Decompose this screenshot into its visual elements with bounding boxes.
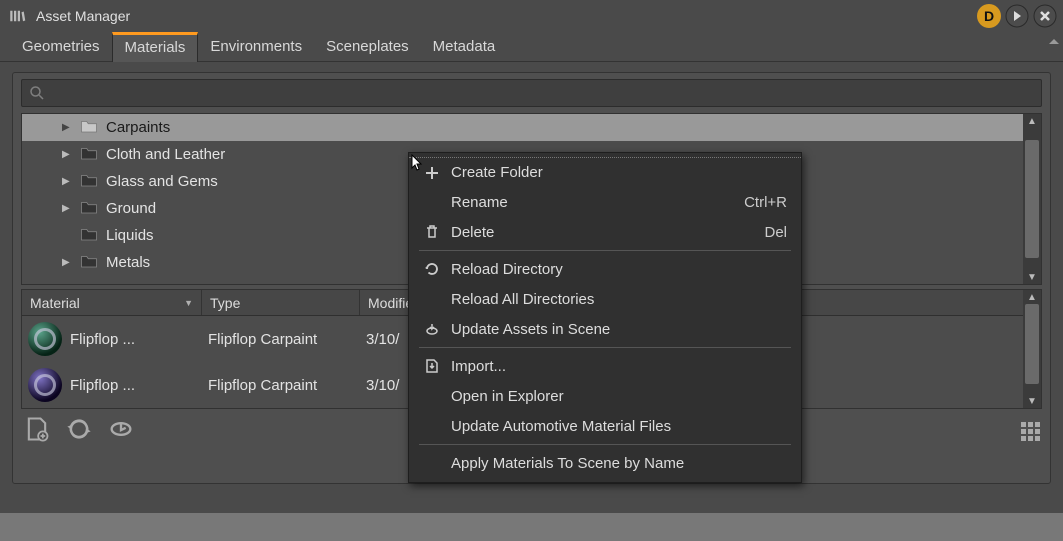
tab-sceneplates[interactable]: Sceneplates — [314, 32, 421, 61]
tree-item-label: Ground — [106, 200, 156, 217]
tab-environments[interactable]: Environments — [198, 32, 314, 61]
tree-scrollbar[interactable]: ▲ ▼ — [1023, 114, 1041, 284]
app-icon — [6, 5, 28, 27]
menu-rename[interactable]: Rename Ctrl+R — [409, 187, 801, 217]
menu-delete[interactable]: Delete Del — [409, 217, 801, 247]
tab-materials[interactable]: Materials — [112, 32, 199, 62]
tree-item-label: Carpaints — [106, 119, 170, 136]
folder-icon — [80, 172, 98, 192]
panel-collapse-arrow[interactable] — [1047, 36, 1061, 46]
sort-indicator-icon: ▼ — [184, 298, 193, 308]
tab-metadata[interactable]: Metadata — [421, 32, 508, 61]
menu-separator — [419, 250, 791, 251]
window-title: Asset Manager — [36, 8, 130, 24]
scroll-thumb[interactable] — [1025, 304, 1039, 384]
menu-accelerator: Del — [764, 224, 787, 241]
material-type: Flipflop Carpaint — [202, 377, 360, 394]
material-thumbnail — [28, 322, 62, 356]
column-type[interactable]: Type — [202, 290, 360, 315]
search-input[interactable] — [21, 79, 1042, 107]
chevron-right-icon: ▶ — [62, 149, 72, 160]
tree-item[interactable]: ▶ Carpaints — [22, 114, 1041, 141]
search-field[interactable] — [52, 85, 1035, 101]
menu-update-automotive[interactable]: Update Automotive Material Files — [409, 411, 801, 441]
scroll-up-icon[interactable]: ▲ — [1023, 114, 1041, 128]
material-thumbnail — [28, 368, 62, 402]
tab-geometries[interactable]: Geometries — [10, 32, 112, 61]
tree-item-label: Cloth and Leather — [106, 146, 225, 163]
material-name: Flipflop ... — [70, 377, 135, 394]
folder-icon — [80, 226, 98, 246]
refresh-button[interactable] — [65, 415, 93, 448]
plus-icon — [423, 165, 441, 181]
search-icon — [28, 84, 46, 102]
folder-icon — [80, 118, 98, 138]
close-button[interactable] — [1033, 4, 1057, 28]
chevron-right-icon: ▶ — [62, 176, 72, 187]
menu-accelerator: Ctrl+R — [744, 194, 787, 211]
menu-import[interactable]: Import... — [409, 351, 801, 381]
user-badge[interactable]: D — [977, 4, 1001, 28]
column-material[interactable]: Material▼ — [22, 290, 202, 315]
new-file-button[interactable] — [23, 415, 51, 448]
menu-open-explorer[interactable]: Open in Explorer — [409, 381, 801, 411]
tree-item-label: Metals — [106, 254, 150, 271]
chevron-right-icon: ▶ — [62, 122, 72, 133]
reload-icon — [423, 261, 441, 277]
tree-item-label: Liquids — [106, 227, 154, 244]
folder-icon — [80, 253, 98, 273]
mouse-cursor-icon — [411, 154, 425, 177]
scroll-thumb[interactable] — [1025, 140, 1039, 258]
list-scrollbar[interactable]: ▲ ▼ — [1023, 290, 1041, 408]
folder-icon — [80, 145, 98, 165]
menu-separator — [419, 444, 791, 445]
tree-item-label: Glass and Gems — [106, 173, 218, 190]
chevron-right-icon: ▶ — [62, 257, 72, 268]
menu-separator — [419, 347, 791, 348]
material-name: Flipflop ... — [70, 331, 135, 348]
chevron-right-icon: ▶ — [62, 203, 72, 214]
forward-button[interactable] — [1005, 4, 1029, 28]
tab-bar: Geometries Materials Environments Scenep… — [0, 32, 1063, 62]
context-menu: Create Folder Rename Ctrl+R Delete Del R… — [408, 152, 802, 483]
update-icon — [423, 321, 441, 337]
material-type: Flipflop Carpaint — [202, 331, 360, 348]
titlebar: Asset Manager D — [0, 0, 1063, 32]
scroll-down-icon[interactable]: ▼ — [1023, 394, 1041, 408]
apply-button[interactable] — [107, 415, 135, 448]
import-icon — [423, 358, 441, 374]
menu-create-folder[interactable]: Create Folder — [409, 157, 801, 187]
asset-manager-window: Asset Manager D Geometries Materials Env… — [0, 0, 1063, 513]
menu-apply-by-name[interactable]: Apply Materials To Scene by Name — [409, 448, 801, 478]
menu-reload-all[interactable]: Reload All Directories — [409, 284, 801, 314]
scroll-up-icon[interactable]: ▲ — [1023, 290, 1041, 304]
view-grid-button[interactable] — [1021, 422, 1040, 441]
trash-icon — [423, 224, 441, 240]
menu-update-assets[interactable]: Update Assets in Scene — [409, 314, 801, 344]
folder-icon — [80, 199, 98, 219]
scroll-down-icon[interactable]: ▼ — [1023, 270, 1041, 284]
menu-reload-directory[interactable]: Reload Directory — [409, 254, 801, 284]
